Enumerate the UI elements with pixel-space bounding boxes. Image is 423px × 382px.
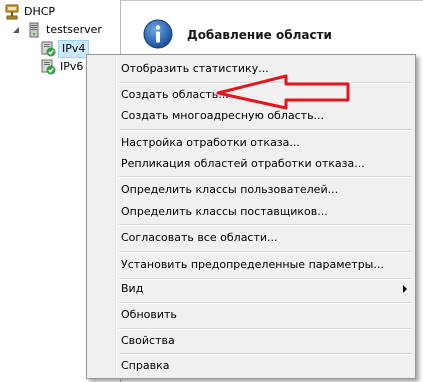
menu-separator bbox=[119, 176, 411, 178]
dhcp-server-icon bbox=[4, 4, 20, 20]
menu-item-label: Создать область... bbox=[121, 88, 229, 101]
menu-item-label: Свойства bbox=[121, 334, 175, 347]
tree-node-dhcp[interactable]: DHCP bbox=[4, 3, 55, 21]
expand-down-icon[interactable] bbox=[12, 25, 22, 35]
menu-item-new-scope[interactable]: Создать область... bbox=[89, 84, 413, 106]
menu-item-label: Вид bbox=[121, 282, 144, 295]
menu-item-help[interactable]: Справка bbox=[89, 355, 413, 377]
menu-item-replicate-failover-scopes[interactable]: Репликация областей отработки отказа... bbox=[89, 153, 413, 175]
menu-item-label: Установить предопределенные параметры... bbox=[121, 258, 384, 271]
menu-item-new-multicast-scope[interactable]: Создать многоадресную область... bbox=[89, 105, 413, 127]
tree-node-ipv6[interactable]: IPv6 bbox=[26, 58, 83, 76]
menu-item-set-predefined-options[interactable]: Установить предопределенные параметры... bbox=[89, 254, 413, 276]
menu-item-define-vendor-classes[interactable]: Определить классы поставщиков... bbox=[89, 201, 413, 223]
menu-item-label: Настройка отработки отказа... bbox=[121, 136, 300, 149]
menu-item-label: Создать многоадресную область... bbox=[121, 109, 325, 122]
menu-item-refresh[interactable]: Обновить bbox=[89, 304, 413, 326]
info-icon bbox=[143, 19, 173, 52]
menu-item-label: Определить классы поставщиков... bbox=[121, 205, 328, 218]
tree-label-server: testserver bbox=[46, 23, 102, 36]
context-menu: Отобразить статистику... Создать область… bbox=[86, 54, 416, 379]
menu-item-show-statistics[interactable]: Отобразить статистику... bbox=[89, 58, 413, 80]
menu-item-label: Репликация областей отработки отказа... bbox=[121, 157, 365, 170]
expand-right-icon[interactable] bbox=[26, 44, 36, 54]
menu-item-reconcile-all-scopes[interactable]: Согласовать все области... bbox=[89, 227, 413, 249]
page-title: Добавление области bbox=[187, 28, 332, 42]
menu-item-label: Справка bbox=[121, 359, 170, 372]
menu-item-configure-failover[interactable]: Настройка отработки отказа... bbox=[89, 132, 413, 154]
tree-node-ipv4[interactable]: IPv4 bbox=[26, 40, 90, 58]
menu-separator bbox=[119, 251, 411, 253]
expand-right-icon[interactable] bbox=[26, 62, 36, 72]
menu-item-properties[interactable]: Свойства bbox=[89, 330, 413, 352]
ipv6-check-icon bbox=[40, 59, 56, 75]
server-tower-icon bbox=[26, 22, 42, 38]
tree-label-dhcp: DHCP bbox=[24, 5, 56, 18]
menu-item-label: Обновить bbox=[121, 308, 177, 321]
menu-item-label: Отобразить статистику... bbox=[121, 62, 269, 75]
tree-label-ipv6: IPv6 bbox=[60, 60, 84, 73]
ipv4-check-icon bbox=[40, 41, 56, 57]
submenu-arrow-icon bbox=[403, 285, 407, 293]
menu-item-view[interactable]: Вид bbox=[89, 278, 413, 300]
menu-item-define-user-classes[interactable]: Определить классы пользователей... bbox=[89, 179, 413, 201]
tree-node-server[interactable]: testserver bbox=[12, 21, 102, 39]
menu-item-label: Согласовать все области... bbox=[121, 231, 278, 244]
menu-item-label: Определить классы пользователей... bbox=[121, 183, 339, 196]
menu-separator bbox=[119, 129, 411, 131]
menu-separator bbox=[119, 224, 411, 226]
tree-label-ipv4: IPv4 bbox=[58, 40, 90, 58]
